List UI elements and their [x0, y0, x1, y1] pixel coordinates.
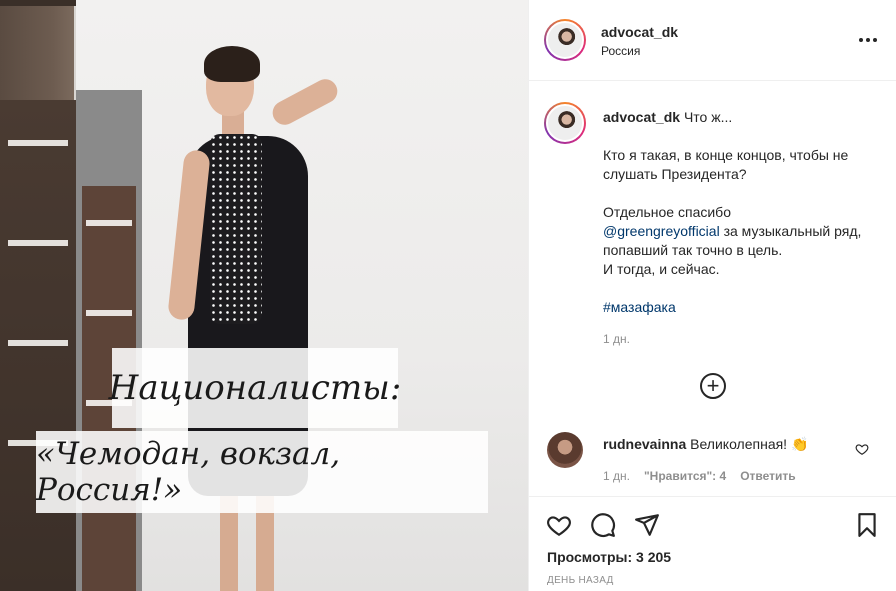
comment-body: rudnevainna Великолепная! 👏	[603, 436, 808, 453]
comment-age: 1 дн.	[603, 469, 630, 483]
load-more-comments-icon[interactable]: +	[700, 373, 726, 399]
post-video[interactable]: Националисты: «Чемодан, вокзал, Россия!»	[0, 0, 528, 591]
post-location[interactable]: Россия	[601, 44, 640, 58]
comment-heart-icon[interactable]	[855, 442, 869, 456]
video-caption-line-1: Националисты:	[109, 348, 401, 428]
heart-icon[interactable]	[545, 511, 573, 539]
paper-plane-icon[interactable]	[633, 511, 661, 539]
comment-reply-button[interactable]: Ответить	[740, 469, 795, 483]
view-count[interactable]: Просмотры: 3 205	[547, 549, 671, 565]
post-header: advocat_dk Россия	[529, 0, 896, 81]
caption-paragraph-2-end: И тогда, и сейчас.	[603, 261, 720, 277]
more-options-icon[interactable]	[858, 30, 878, 50]
post-date: ДЕНЬ НАЗАД	[547, 575, 614, 586]
caption-username[interactable]: advocat_dk	[603, 109, 680, 125]
caption-mention-link[interactable]: @greengreyofficial	[603, 223, 720, 239]
post-actions-bar	[529, 496, 896, 540]
author-username[interactable]: advocat_dk	[601, 24, 678, 40]
author-avatar[interactable]	[544, 19, 586, 61]
caption-intro: Что ж...	[683, 109, 733, 125]
commenter-username[interactable]: rudnevainna	[603, 436, 686, 452]
caption-hashtag-link[interactable]: #мазафака	[603, 299, 676, 315]
post-side-panel: advocat_dk Россия advocat_dk Что ж... Кт…	[528, 0, 896, 591]
caption-age: 1 дн.	[603, 332, 630, 346]
bookmark-icon[interactable]	[853, 511, 881, 539]
comment-icon[interactable]	[589, 511, 617, 539]
commenter-avatar[interactable]	[547, 432, 583, 468]
comment-meta: 1 дн. "Нравится": 4 Ответить	[603, 469, 796, 483]
comment-likes-link[interactable]: "Нравится": 4	[644, 469, 726, 483]
post-modal: Националисты: «Чемодан, вокзал, Россия!»…	[0, 0, 896, 591]
caption-paragraph-2-prefix: Отдельное спасибо	[603, 204, 731, 220]
video-caption-line-2: «Чемодан, вокзал, Россия!»	[36, 431, 488, 513]
caption-author-avatar[interactable]	[544, 102, 586, 144]
post-caption: advocat_dk Что ж... Кто я такая, в конце…	[603, 108, 871, 336]
comment-text: Великолепная! 👏	[690, 436, 809, 452]
background-doorway	[76, 90, 142, 591]
background-door	[0, 100, 76, 591]
caption-paragraph-1: Кто я такая, в конце концов, чтобы не сл…	[603, 147, 849, 182]
comments-section: advocat_dk Что ж... Кто я такая, в конце…	[529, 82, 896, 496]
